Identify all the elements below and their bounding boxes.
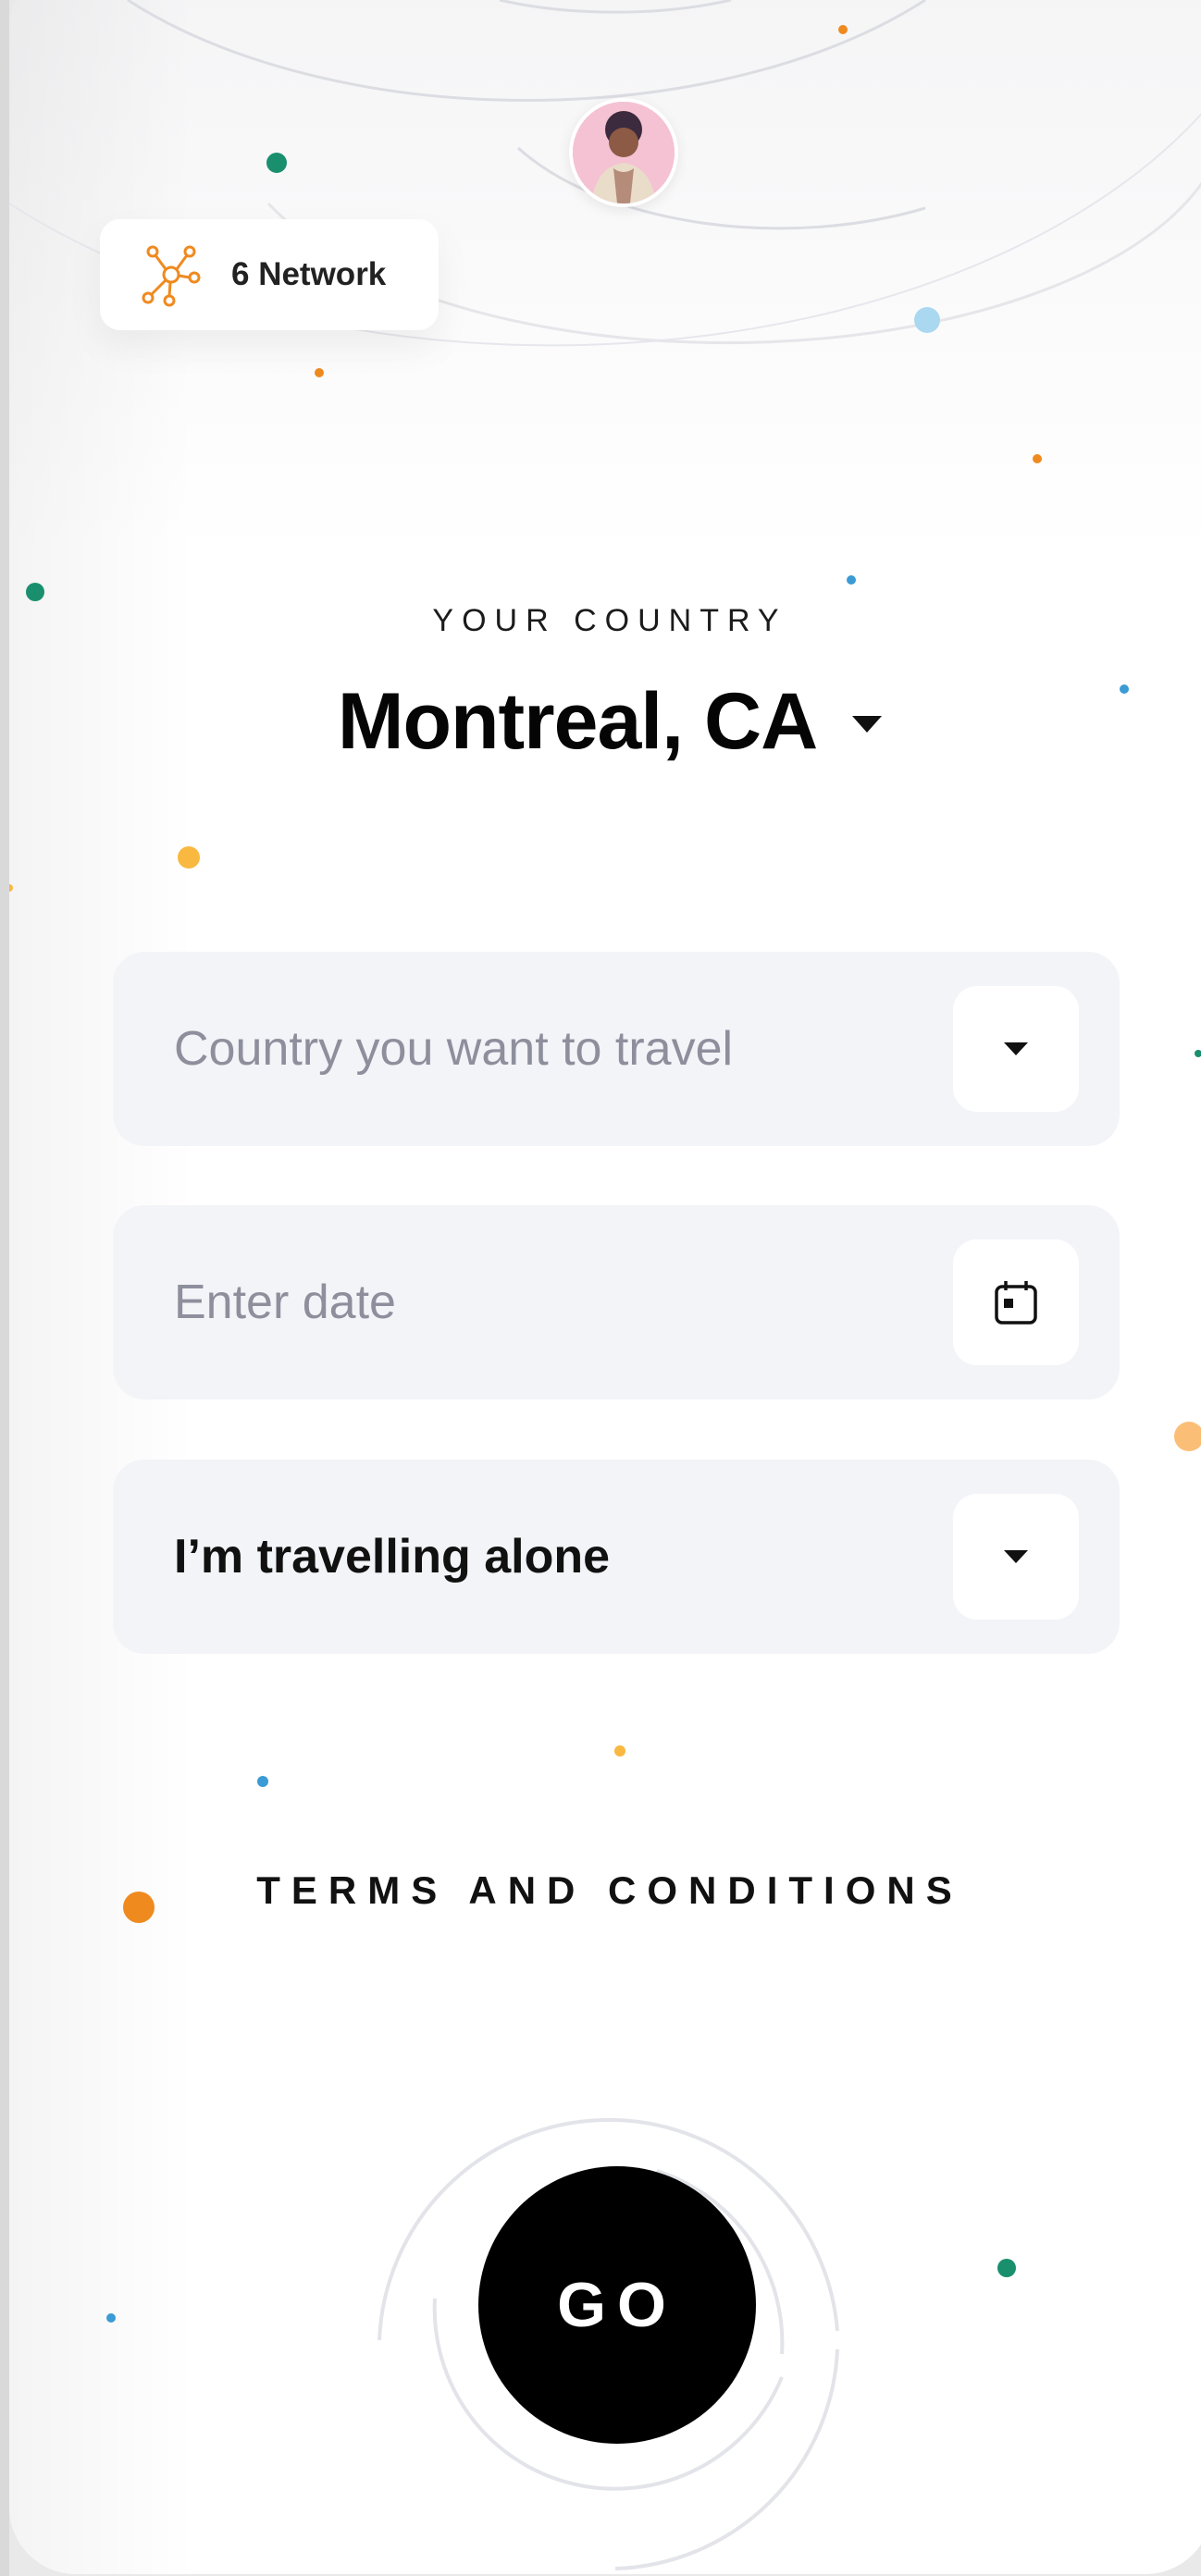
network-count-label: 6 Network	[231, 256, 387, 292]
date-picker-button[interactable]	[953, 1239, 1079, 1365]
caret-down-icon	[1004, 1042, 1028, 1055]
decorative-dots	[9, 25, 1201, 2323]
caret-down-icon	[1004, 1550, 1028, 1563]
caret-down-icon[interactable]	[852, 716, 883, 733]
go-button[interactable]: GO	[478, 2166, 756, 2444]
your-country-label: YOUR COUNTRY	[432, 603, 787, 638]
network-badge[interactable]: 6 Network	[100, 219, 439, 330]
date-input[interactable]: Enter date	[113, 1205, 1120, 1399]
destination-country-select[interactable]: Country you want to travel	[113, 952, 1120, 1146]
app-screen: 6 Network YOUR COUNTRY Montreal, CA Coun…	[9, 0, 1201, 2574]
terms-and-conditions-link[interactable]: TERMS AND CONDITIONS	[9, 1868, 1201, 1913]
travellers-value[interactable]: I’m travelling alone	[174, 1460, 610, 1654]
network-icon	[142, 245, 201, 307]
travellers-dropdown-button[interactable]	[953, 1494, 1079, 1620]
destination-dropdown-button[interactable]	[953, 986, 1079, 1112]
calendar-icon	[995, 1281, 1037, 1325]
origin-city-selector[interactable]: Montreal, CA	[9, 675, 1201, 768]
device-bezel	[0, 0, 9, 2576]
date-placeholder[interactable]: Enter date	[174, 1205, 396, 1399]
travellers-select[interactable]: I’m travelling alone	[113, 1460, 1120, 1654]
destination-placeholder[interactable]: Country you want to travel	[174, 952, 733, 1146]
user-avatar	[573, 102, 675, 203]
avatar[interactable]	[569, 98, 678, 207]
origin-city[interactable]: Montreal, CA	[338, 676, 818, 768]
